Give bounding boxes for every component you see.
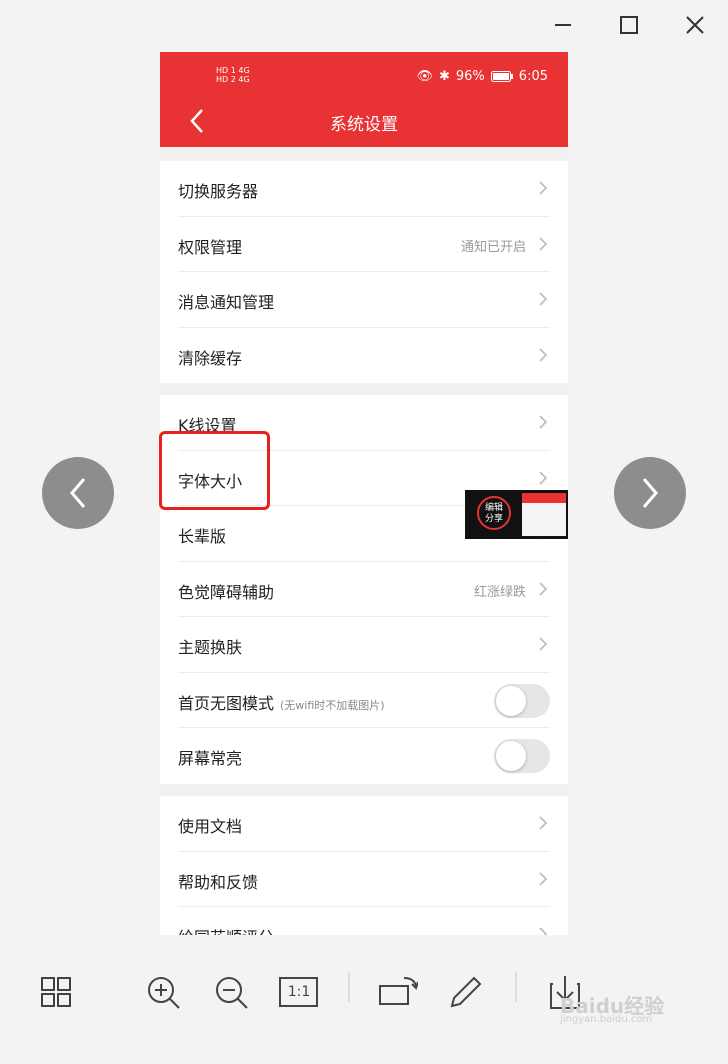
thumbnail-preview bbox=[522, 493, 566, 536]
close-icon bbox=[686, 16, 704, 34]
toolbar-separator bbox=[348, 972, 350, 1002]
setting-row-keep-screen-on: 屏幕常亮 bbox=[178, 728, 550, 784]
setting-row-help[interactable]: 帮助和反馈 bbox=[178, 852, 550, 907]
setting-label: 给同花顺评分 bbox=[178, 924, 274, 935]
app-navbar: 系统设置 bbox=[160, 102, 568, 147]
screenshot-thumbnail[interactable]: 编辑 分享 bbox=[465, 490, 568, 539]
status-bar: HD 1 4G HD 2 4G 👁 ✱ 96% 6:05 bbox=[160, 52, 568, 102]
zoom-out-button[interactable] bbox=[211, 970, 251, 1014]
chevron-right-icon bbox=[539, 292, 548, 306]
chevron-right-icon bbox=[539, 581, 548, 596]
zoom-out-icon bbox=[216, 977, 248, 1009]
settings-group-3: 使用文档 帮助和反馈 给同花顺评分 bbox=[160, 796, 568, 935]
setting-row-notifications[interactable]: 消息通知管理 bbox=[178, 272, 550, 328]
actual-size-label: 1:1 bbox=[287, 984, 311, 1000]
next-image-button[interactable] bbox=[614, 457, 686, 529]
chevron-right-icon bbox=[539, 415, 548, 429]
watermark: Baidu经验 jingyan.baidu.com bbox=[560, 990, 664, 1025]
keep-screen-on-toggle[interactable] bbox=[494, 739, 550, 773]
grid-view-button[interactable] bbox=[38, 970, 78, 1014]
setting-label: 色觉障碍辅助 bbox=[178, 582, 275, 602]
highlight-box bbox=[159, 431, 270, 510]
previous-image-button[interactable] bbox=[42, 457, 114, 529]
battery-percent: 96% bbox=[455, 69, 485, 84]
setting-row-rate[interactable]: 给同花顺评分 bbox=[178, 907, 550, 935]
sim2-label: HD 2 4G bbox=[216, 75, 250, 84]
setting-label: 帮助和反馈 bbox=[178, 872, 259, 892]
close-button[interactable] bbox=[678, 8, 712, 42]
chevron-left-icon bbox=[70, 478, 86, 508]
setting-label: 主题换肤 bbox=[178, 638, 243, 657]
maximize-button[interactable] bbox=[612, 8, 646, 42]
setting-value: 红涨绿跌 bbox=[473, 584, 526, 600]
settings-group-1: 切换服务器 权限管理 通知已开启 消息通知管理 清除缓存 bbox=[160, 161, 568, 383]
setting-label: 长辈版 bbox=[178, 527, 227, 546]
chevron-right-icon bbox=[539, 470, 548, 485]
setting-value: 通知已开启 bbox=[460, 239, 526, 255]
rotate-button[interactable] bbox=[378, 970, 419, 1014]
clock-time: 6:05 bbox=[518, 69, 548, 84]
chevron-right-icon bbox=[539, 927, 548, 935]
toggle-knob bbox=[496, 685, 526, 716]
setting-label-text: 首页无图模式 bbox=[178, 693, 275, 713]
minimize-button[interactable] bbox=[546, 8, 580, 42]
chevron-right-icon bbox=[539, 816, 548, 830]
status-right: 👁 ✱ 96% 6:05 bbox=[416, 69, 548, 84]
zoom-in-button[interactable] bbox=[143, 970, 183, 1014]
no-image-toggle[interactable] bbox=[494, 683, 550, 718]
pencil-icon bbox=[450, 976, 482, 1008]
watermark-url: jingyan.baidu.com bbox=[560, 1014, 653, 1025]
setting-row-no-image-mode: 首页无图模式 (无wifi时不加载图片) bbox=[178, 673, 550, 728]
setting-row-switch-server[interactable]: 切换服务器 bbox=[178, 161, 550, 217]
setting-row-docs[interactable]: 使用文档 bbox=[178, 796, 550, 852]
rotate-icon bbox=[379, 977, 419, 1005]
setting-label: 首页无图模式 (无wifi时不加载图片) bbox=[178, 690, 385, 714]
toggle-knob bbox=[496, 741, 526, 771]
sim-indicators: HD 1 4G HD 2 4G bbox=[216, 66, 250, 84]
setting-row-permissions[interactable]: 权限管理 通知已开启 bbox=[178, 217, 550, 272]
setting-label: 消息通知管理 bbox=[178, 293, 275, 312]
setting-label: 屏幕常亮 bbox=[178, 749, 243, 768]
edit-share-button[interactable]: 编辑 分享 bbox=[477, 496, 511, 530]
chevron-right-icon bbox=[539, 871, 548, 886]
grid-icon bbox=[41, 977, 71, 1007]
edit-button[interactable] bbox=[446, 970, 486, 1014]
battery-icon bbox=[490, 71, 513, 82]
chevron-right-icon bbox=[539, 181, 548, 195]
edit-label: 编辑 bbox=[484, 503, 503, 513]
minimize-icon bbox=[555, 24, 571, 26]
chevron-right-icon bbox=[539, 637, 548, 651]
setting-row-clear-cache[interactable]: 清除缓存 bbox=[178, 328, 550, 384]
chevron-right-icon bbox=[539, 347, 548, 362]
eye-icon: 👁 bbox=[416, 69, 433, 84]
setting-row-color-assist[interactable]: 色觉障碍辅助 红涨绿跌 bbox=[178, 562, 550, 617]
sim1-label: HD 1 4G bbox=[216, 66, 250, 75]
setting-label: 切换服务器 bbox=[178, 182, 259, 201]
toolbar-separator bbox=[515, 972, 517, 1002]
bluetooth-icon: ✱ bbox=[438, 69, 450, 84]
chevron-right-icon bbox=[539, 236, 548, 251]
maximize-icon bbox=[620, 16, 638, 34]
actual-size-button[interactable]: 1:1 bbox=[279, 970, 319, 1014]
setting-sublabel: (无wifi时不加载图片) bbox=[280, 698, 385, 712]
page-title: 系统设置 bbox=[330, 115, 398, 135]
share-label: 分享 bbox=[484, 514, 503, 524]
setting-label: 权限管理 bbox=[178, 237, 243, 257]
zoom-in-icon bbox=[148, 977, 180, 1009]
setting-label: 清除缓存 bbox=[178, 348, 243, 368]
setting-row-theme[interactable]: 主题换肤 bbox=[178, 617, 550, 673]
chevron-right-icon bbox=[642, 478, 658, 508]
setting-label: 使用文档 bbox=[178, 817, 243, 836]
